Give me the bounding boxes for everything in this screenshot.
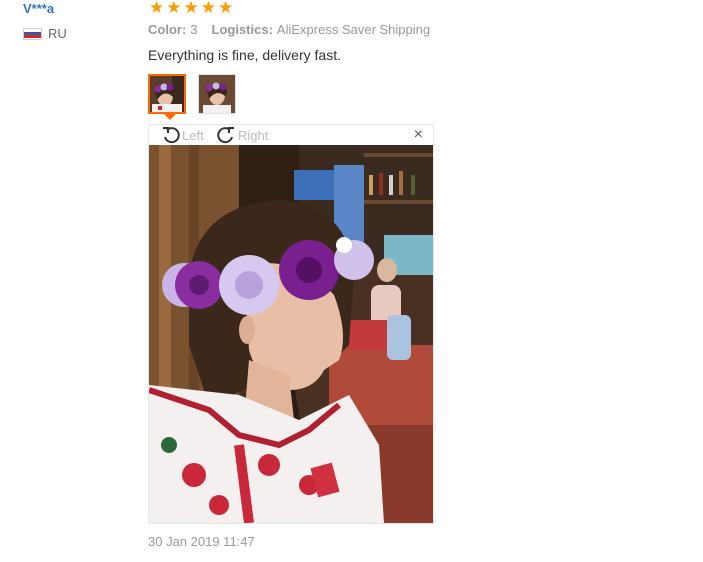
- star-icon: ★: [183, 0, 199, 17]
- review-photo-thumbnail[interactable]: [198, 74, 236, 114]
- color-info: Color: 3: [148, 22, 198, 37]
- review-text: Everything is fine, delivery fast.: [148, 47, 341, 63]
- reviewer-name: V***a: [23, 1, 55, 16]
- rotate-left-icon: [163, 127, 180, 144]
- review-date: 30 Jan 2019 11:47: [148, 534, 255, 549]
- order-info: Color: 3 Logistics: AliExpress Saver Shipp…: [148, 22, 430, 37]
- rotate-left-label: Left: [182, 127, 204, 143]
- star-icon: ★: [166, 0, 182, 17]
- photo-viewer-toolbar: Left Right ×: [149, 125, 433, 145]
- country-code: RU: [48, 26, 67, 41]
- rotate-right-icon: [217, 127, 234, 144]
- logistics-info: Logistics: AliExpress Saver Shipping: [211, 22, 431, 37]
- rotate-left-button[interactable]: Left: [161, 125, 204, 145]
- rotate-right-label: Right: [238, 127, 269, 143]
- star-icon: ★: [218, 0, 234, 17]
- reviewer-country: RU: [23, 26, 67, 41]
- rating-stars: ★ ★ ★ ★ ★: [149, 0, 233, 16]
- rotate-right-button[interactable]: Right: [215, 125, 268, 145]
- selected-thumbnail-indicator: [164, 114, 176, 120]
- star-icon: ★: [200, 0, 216, 17]
- russia-flag-icon: [23, 27, 42, 40]
- star-icon: ★: [149, 0, 165, 17]
- review-photo-thumbnail[interactable]: [148, 74, 186, 114]
- review-photo: [149, 145, 433, 523]
- photo-viewer: Left Right ×: [148, 124, 434, 524]
- close-icon[interactable]: ×: [414, 127, 423, 143]
